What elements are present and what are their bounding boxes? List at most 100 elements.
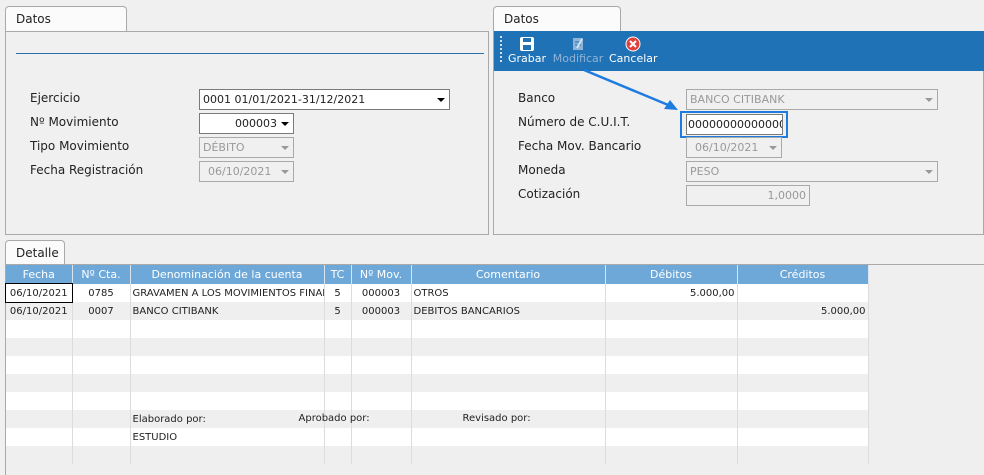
col-nro-mov-header[interactable]: Nº Mov. (351, 265, 412, 284)
grabar-button[interactable]: Grabar (507, 36, 547, 65)
cell-nro-cta[interactable]: 0785 (72, 284, 131, 302)
empty-cell[interactable] (737, 392, 869, 410)
cell-denominacion[interactable]: GRAVAMEN A LOS MOVIMIENTOS FINAN (130, 284, 325, 302)
chevron-down-icon[interactable] (280, 114, 290, 133)
cell-fecha[interactable]: 06/10/2021 (5, 283, 73, 303)
empty-cell[interactable] (737, 374, 869, 392)
cell-nro-mov[interactable]: 000003 (351, 302, 412, 320)
empty-cell[interactable] (6, 392, 73, 410)
table-row[interactable]: Elaborado por: Aprobado por: Revisado por: (6, 410, 869, 428)
empty-cell[interactable] (605, 320, 738, 338)
empty-cell[interactable] (737, 320, 869, 338)
empty-cell[interactable] (72, 374, 131, 392)
empty-cell[interactable] (351, 374, 412, 392)
empty-cell[interactable] (605, 338, 738, 356)
empty-cell[interactable] (324, 356, 352, 374)
col-tc-header[interactable]: TC (324, 265, 352, 284)
tipo-movimiento-select[interactable]: DÉBITO (199, 137, 294, 158)
empty-cell[interactable] (351, 392, 412, 410)
empty-cell[interactable] (324, 320, 352, 338)
empty-cell[interactable] (72, 338, 131, 356)
table-row[interactable] (6, 356, 869, 374)
table-row[interactable] (6, 392, 869, 410)
col-creditos-header[interactable]: Créditos (737, 265, 869, 284)
empty-cell[interactable] (72, 320, 131, 338)
cell-tc[interactable]: 5 (324, 302, 352, 320)
table-row[interactable] (6, 374, 869, 392)
moneda-select[interactable]: PESO (686, 161, 938, 182)
empty-cell[interactable] (411, 374, 606, 392)
empty-cell[interactable] (324, 392, 352, 410)
empty-cell[interactable] (737, 410, 869, 428)
cell-tc[interactable]: 5 (324, 284, 352, 302)
cell-comentario[interactable]: DEBITOS BANCARIOS (411, 302, 606, 320)
empty-cell[interactable] (72, 392, 131, 410)
empty-cell[interactable] (737, 338, 869, 356)
empty-cell[interactable] (351, 320, 412, 338)
empty-cell[interactable] (6, 338, 73, 356)
table-row[interactable] (6, 446, 869, 464)
empty-cell[interactable] (324, 428, 352, 446)
table-row[interactable]: 06/10/2021 0785 GRAVAMEN A LOS MOVIMIENTOS… (5, 283, 869, 303)
empty-cell[interactable]: ESTUDIO (130, 428, 325, 446)
cell-nro-mov[interactable]: 000003 (351, 284, 412, 302)
empty-cell[interactable] (72, 446, 131, 464)
empty-cell[interactable] (130, 374, 325, 392)
empty-cell[interactable] (6, 320, 73, 338)
empty-cell[interactable] (351, 446, 412, 464)
table-row[interactable]: 06/10/2021 0007 BANCO CITIBANK 5 000003 DEBIT… (6, 302, 869, 320)
cell-creditos[interactable] (737, 284, 869, 302)
chevron-down-icon[interactable] (436, 90, 446, 109)
empty-cell[interactable] (411, 446, 606, 464)
cell-debitos[interactable]: 5.000,00 (605, 284, 738, 302)
empty-cell[interactable] (411, 338, 606, 356)
cotizacion-input[interactable]: 1,0000 (686, 185, 810, 206)
empty-cell[interactable] (6, 446, 73, 464)
empty-cell[interactable] (351, 356, 412, 374)
col-debitos-header[interactable]: Débitos (605, 265, 738, 284)
cell-denominacion[interactable]: BANCO CITIBANK (130, 302, 325, 320)
empty-cell[interactable] (605, 392, 738, 410)
empty-cell[interactable] (605, 410, 738, 428)
col-nro-cta-header[interactable]: Nº Cta. (72, 265, 131, 284)
cell-debitos[interactable] (605, 302, 738, 320)
ejercicio-select[interactable]: 0001 01/01/2021-31/12/2021 (199, 89, 450, 110)
tab-detalle[interactable]: Detalle (5, 240, 65, 266)
empty-cell[interactable] (605, 428, 738, 446)
col-comentario-header[interactable]: Comentario (411, 265, 606, 284)
empty-cell[interactable] (605, 374, 738, 392)
empty-cell[interactable] (737, 446, 869, 464)
cell-comentario[interactable]: OTROS (411, 284, 606, 302)
table-row[interactable]: ESTUDIO (6, 428, 869, 446)
empty-cell[interactable] (737, 356, 869, 374)
empty-cell[interactable] (411, 356, 606, 374)
empty-cell[interactable] (351, 338, 412, 356)
empty-cell[interactable] (130, 392, 325, 410)
empty-cell[interactable] (72, 410, 131, 428)
table-row[interactable] (6, 338, 869, 356)
empty-cell[interactable] (411, 320, 606, 338)
empty-cell[interactable] (324, 446, 352, 464)
fecha-mov-bancario-field[interactable]: 06/10/2021 (686, 137, 782, 158)
empty-cell[interactable] (737, 428, 869, 446)
cell-creditos[interactable]: 5.000,00 (737, 302, 869, 320)
empty-cell[interactable] (6, 428, 73, 446)
empty-cell[interactable] (324, 374, 352, 392)
empty-cell[interactable] (6, 356, 73, 374)
cell-fecha[interactable]: 06/10/2021 (6, 302, 73, 320)
empty-cell[interactable] (130, 320, 325, 338)
empty-cell[interactable] (6, 374, 73, 392)
empty-cell[interactable] (605, 356, 738, 374)
empty-cell[interactable] (130, 338, 325, 356)
empty-cell[interactable] (72, 356, 131, 374)
empty-cell[interactable] (351, 428, 412, 446)
cuit-input[interactable]: 000000000000000 (686, 114, 783, 135)
tab-datos-secundarios[interactable]: Datos Secundarios (493, 6, 621, 50)
col-fecha-header[interactable]: Fecha (6, 265, 73, 284)
movimiento-select[interactable]: 000003 (199, 113, 294, 134)
empty-cell[interactable] (411, 392, 606, 410)
empty-cell[interactable] (411, 428, 606, 446)
cell-nro-cta[interactable]: 0007 (72, 302, 131, 320)
empty-cell[interactable] (605, 446, 738, 464)
empty-cell[interactable]: Elaborado por: Aprobado por: Revisado por: (130, 410, 531, 428)
